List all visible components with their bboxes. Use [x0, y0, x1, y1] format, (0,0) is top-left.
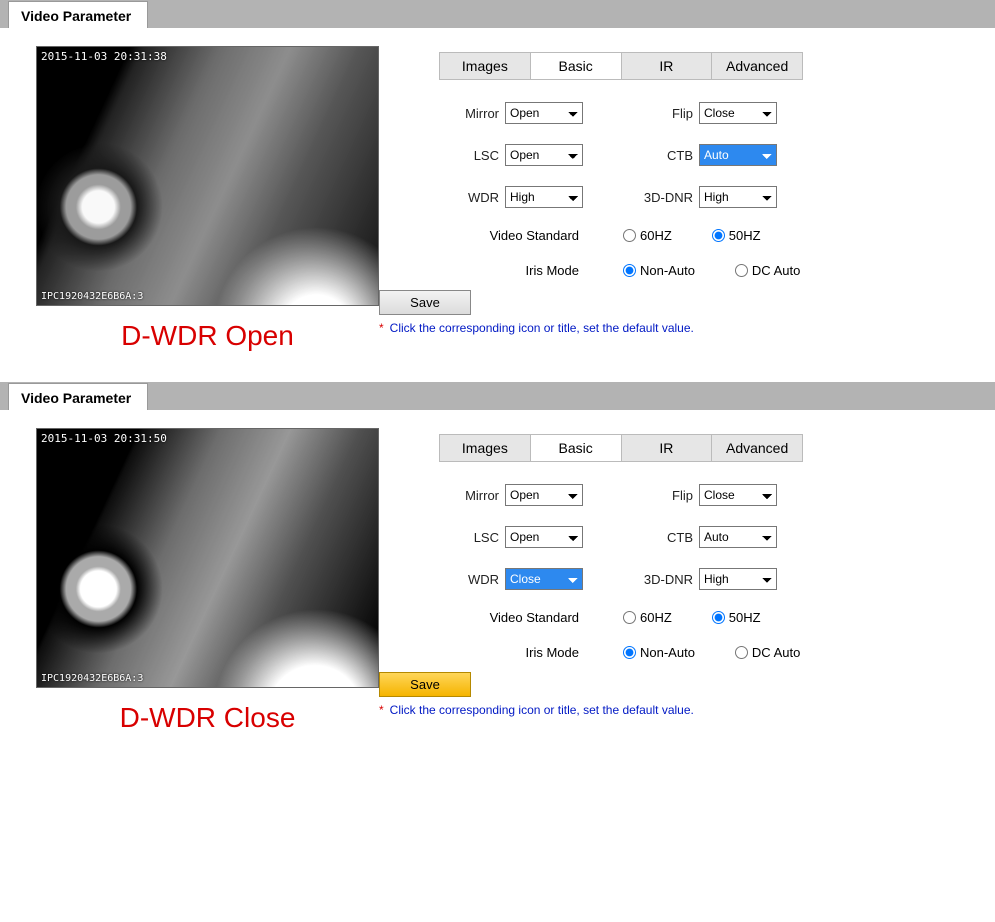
mirror-label: Mirror: [429, 488, 499, 503]
flip-label: Flip: [623, 488, 693, 503]
iris-dcauto-radio[interactable]: [735, 264, 748, 277]
iris-dcauto-label: DC Auto: [752, 645, 800, 660]
mirror-select[interactable]: Open: [505, 484, 583, 506]
tab-basic[interactable]: Basic: [531, 435, 622, 461]
section-tab[interactable]: Video Parameter: [8, 383, 148, 410]
flip-select[interactable]: Close: [699, 484, 777, 506]
lsc-label: LSC: [429, 148, 499, 163]
tab-basic[interactable]: Basic: [531, 53, 622, 79]
wdr-select[interactable]: Close: [505, 568, 583, 590]
video-preview: 2015-11-03 20:31:50 IPC1920432E6B6A:3: [36, 428, 379, 688]
wdr-select[interactable]: High: [505, 186, 583, 208]
ctb-label: CTB: [623, 148, 693, 163]
ctb-select[interactable]: Auto: [699, 144, 777, 166]
video-std-50hz-label: 50HZ: [729, 228, 761, 243]
wdr-label: WDR: [429, 572, 499, 587]
dnr-select[interactable]: High: [699, 568, 777, 590]
tab-advanced[interactable]: Advanced: [712, 435, 802, 461]
settings-tabs: Images Basic IR Advanced: [439, 434, 803, 462]
tab-images[interactable]: Images: [440, 435, 531, 461]
mirror-select[interactable]: Open: [505, 102, 583, 124]
hint-text: *Click the corresponding icon or title, …: [379, 703, 995, 717]
video-std-50hz-radio[interactable]: [712, 611, 725, 624]
lsc-select[interactable]: Open: [505, 526, 583, 548]
tab-ir[interactable]: IR: [622, 435, 713, 461]
dnr-label: 3D-DNR: [623, 190, 693, 205]
header-bar: Video Parameter: [0, 382, 995, 410]
video-std-60hz-label: 60HZ: [640, 228, 672, 243]
wdr-label: WDR: [429, 190, 499, 205]
hint-text: *Click the corresponding icon or title, …: [379, 321, 995, 335]
preview-timestamp: 2015-11-03 20:31:38: [41, 50, 167, 63]
iris-nonauto-radio[interactable]: [623, 646, 636, 659]
video-std-60hz-radio[interactable]: [623, 229, 636, 242]
flip-select[interactable]: Close: [699, 102, 777, 124]
preview-osd: IPC1920432E6B6A:3: [41, 291, 143, 302]
ctb-label: CTB: [623, 530, 693, 545]
iris-nonauto-radio[interactable]: [623, 264, 636, 277]
flip-label: Flip: [623, 106, 693, 121]
iris-dcauto-label: DC Auto: [752, 263, 800, 278]
ctb-select[interactable]: Auto: [699, 526, 777, 548]
preview-osd: IPC1920432E6B6A:3: [41, 673, 143, 684]
header-bar: Video Parameter: [0, 0, 995, 28]
video-std-50hz-label: 50HZ: [729, 610, 761, 625]
video-std-60hz-radio[interactable]: [623, 611, 636, 624]
save-button[interactable]: Save: [379, 290, 471, 315]
settings-tabs: Images Basic IR Advanced: [439, 52, 803, 80]
iris-dcauto-radio[interactable]: [735, 646, 748, 659]
caption-text: D-WDR Close: [120, 702, 296, 734]
video-parameter-section-2: Video Parameter 2015-11-03 20:31:50 IPC1…: [0, 382, 995, 734]
lsc-select[interactable]: Open: [505, 144, 583, 166]
iris-mode-label: Iris Mode: [429, 263, 579, 278]
video-standard-label: Video Standard: [429, 228, 579, 243]
preview-timestamp: 2015-11-03 20:31:50: [41, 432, 167, 445]
video-parameter-section-1: Video Parameter 2015-11-03 20:31:38 IPC1…: [0, 0, 995, 352]
video-std-50hz-radio[interactable]: [712, 229, 725, 242]
lsc-label: LSC: [429, 530, 499, 545]
caption-text: D-WDR Open: [121, 320, 294, 352]
iris-nonauto-label: Non-Auto: [640, 263, 695, 278]
dnr-select[interactable]: High: [699, 186, 777, 208]
save-button[interactable]: Save: [379, 672, 471, 697]
mirror-label: Mirror: [429, 106, 499, 121]
video-standard-label: Video Standard: [429, 610, 579, 625]
tab-ir[interactable]: IR: [622, 53, 713, 79]
section-tab[interactable]: Video Parameter: [8, 1, 148, 28]
video-std-60hz-label: 60HZ: [640, 610, 672, 625]
dnr-label: 3D-DNR: [623, 572, 693, 587]
tab-advanced[interactable]: Advanced: [712, 53, 802, 79]
video-preview: 2015-11-03 20:31:38 IPC1920432E6B6A:3: [36, 46, 379, 306]
tab-images[interactable]: Images: [440, 53, 531, 79]
iris-mode-label: Iris Mode: [429, 645, 579, 660]
iris-nonauto-label: Non-Auto: [640, 645, 695, 660]
